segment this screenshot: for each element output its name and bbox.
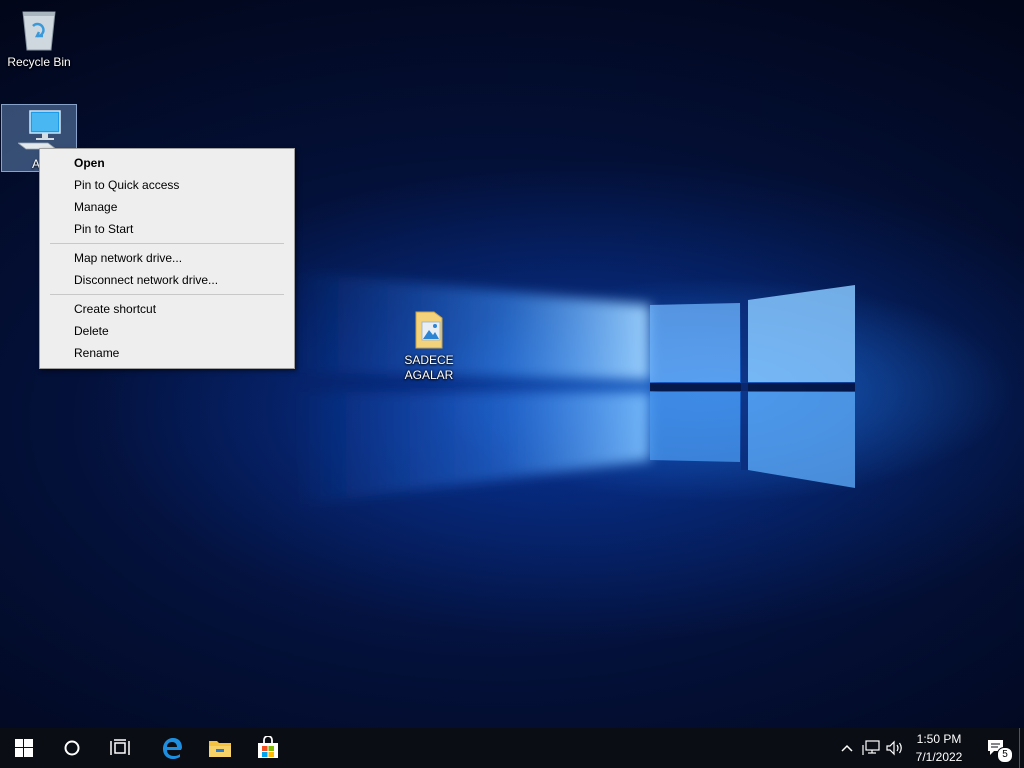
recycle-bin-desktop-icon[interactable]: Recycle Bin [2, 6, 76, 70]
clock[interactable]: 1:50 PM 7/1/2022 [902, 730, 976, 766]
menu-item-rename[interactable]: Rename [40, 342, 294, 364]
notification-count-badge: 5 [997, 747, 1013, 763]
menu-item-manage[interactable]: Manage [40, 196, 294, 218]
menu-separator [50, 243, 284, 244]
file-explorer-icon [209, 741, 231, 757]
menu-item-delete[interactable]: Delete [40, 320, 294, 342]
desktop-background: Recycle Bin A SADECE AGALAR Open Pin to … [0, 0, 1024, 728]
taskbar: 1:50 PM 7/1/2022 5 [0, 728, 1024, 768]
store-icon [258, 736, 278, 758]
menu-item-pin-to-start[interactable]: Pin to Start [40, 218, 294, 240]
menu-item-map-network-drive[interactable]: Map network drive... [40, 247, 294, 269]
recycle-bin-label: Recycle Bin [7, 55, 71, 69]
show-hidden-icons-button[interactable] [836, 728, 858, 768]
store-button[interactable] [244, 728, 292, 768]
start-icon [15, 739, 33, 757]
clock-date: 7/1/2022 [915, 750, 963, 764]
this-pc-icon [18, 110, 61, 150]
task-view-icon [110, 739, 130, 755]
chevron-up-icon [841, 744, 853, 752]
menu-item-create-shortcut[interactable]: Create shortcut [40, 298, 294, 320]
clock-time: 1:50 PM [916, 732, 962, 746]
network-button[interactable] [860, 728, 882, 768]
start-button[interactable] [0, 728, 48, 768]
menu-item-pin-quick-access[interactable]: Pin to Quick access [40, 174, 294, 196]
edge-icon [163, 738, 182, 759]
recycle-bin-icon [22, 11, 56, 51]
cortana-search-button[interactable] [48, 728, 96, 768]
show-desktop-button[interactable] [1019, 728, 1024, 768]
folder-pictures-icon [415, 311, 443, 349]
file-explorer-button[interactable] [196, 728, 244, 768]
context-menu: Open Pin to Quick access Manage Pin to S… [39, 148, 295, 369]
menu-item-open[interactable]: Open [40, 152, 294, 174]
edge-button[interactable] [148, 728, 196, 768]
menu-item-disconnect-network-drive[interactable]: Disconnect network drive... [40, 269, 294, 291]
cortana-search-icon [64, 740, 80, 756]
task-view-button[interactable] [96, 728, 144, 768]
sadece-agalar-folder[interactable]: SADECE AGALAR [392, 308, 466, 383]
sadece-agalar-label: SADECE AGALAR [404, 353, 454, 382]
menu-separator [50, 294, 284, 295]
network-icon [862, 740, 880, 755]
action-center-button[interactable]: 5 [980, 728, 1013, 768]
